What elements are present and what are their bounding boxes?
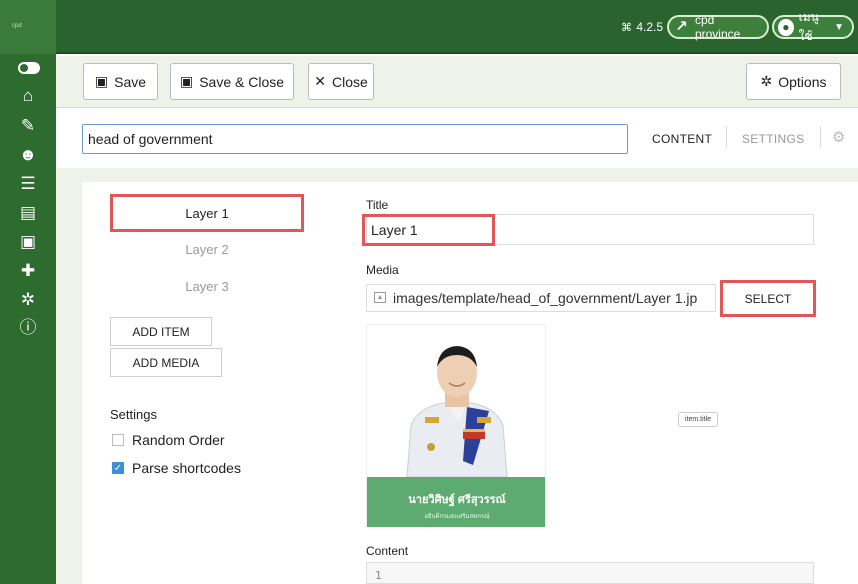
person-name: นายวิศิษฐ์ ศรีสุวรรณ์ bbox=[408, 494, 506, 506]
save-close-button[interactable]: ▣ Save & Close bbox=[170, 63, 294, 100]
options-button[interactable]: ✲ Options bbox=[746, 63, 841, 100]
save-close-label: Save & Close bbox=[199, 73, 285, 90]
layer-item-1[interactable]: Layer 1 bbox=[110, 194, 304, 232]
version-label: ⌘ 4.2.5 bbox=[621, 20, 663, 34]
top-bar: cpd ⌘ 4.2.5 ↗ cpd province ● เมนูใช้ ▼ bbox=[0, 0, 858, 54]
gear-icon: ✲ bbox=[760, 73, 773, 89]
title-value[interactable]: Layer 1 bbox=[362, 214, 495, 246]
tab-content[interactable]: CONTENT bbox=[652, 132, 712, 146]
portrait-image bbox=[367, 325, 545, 478]
layer-item-3[interactable]: Layer 3 bbox=[110, 279, 304, 294]
close-icon: ✕ bbox=[314, 73, 326, 89]
random-order-checkbox[interactable]: Random Order bbox=[112, 432, 225, 448]
site-link-label: cpd province bbox=[694, 13, 741, 41]
item-title-tag: item.title bbox=[678, 412, 719, 427]
version-number: 4.2.5 bbox=[636, 20, 664, 34]
site-link-button[interactable]: ↗ cpd province bbox=[667, 13, 769, 41]
editor-area: Layer 1 Layer 2 Layer 3 ADD ITEM ADD MED… bbox=[56, 168, 858, 584]
close-button[interactable]: ✕ Close bbox=[308, 63, 374, 100]
image-icon[interactable]: ▣ bbox=[0, 231, 56, 253]
content-editor[interactable]: 1 bbox=[366, 562, 814, 584]
info-icon[interactable]: ⓘ bbox=[0, 317, 56, 339]
cogs-icon[interactable]: ✲ bbox=[0, 289, 56, 311]
person-position: อธิบดีกรมส่งเสริมสหกรณ์ bbox=[424, 514, 490, 520]
title-label: Title bbox=[366, 198, 389, 212]
parse-shortcodes-checkbox[interactable]: ✓ Parse shortcodes bbox=[112, 460, 241, 476]
options-label: Options bbox=[778, 73, 827, 90]
tab-settings[interactable]: SETTINGS bbox=[742, 132, 804, 146]
users-icon[interactable]: ☻ bbox=[0, 144, 56, 166]
joomla-icon: ⌘ bbox=[621, 22, 632, 34]
random-order-label: Random Order bbox=[132, 432, 225, 448]
settings-heading: Settings bbox=[110, 407, 157, 422]
gear-icon[interactable]: ⚙ bbox=[832, 128, 845, 146]
title-row: head of government CONTENT SETTINGS ⚙ bbox=[56, 108, 858, 168]
logo-text: cpd bbox=[12, 23, 22, 29]
toggle-icon[interactable] bbox=[0, 58, 56, 80]
media-path-value: images/template/head_of_government/Layer… bbox=[393, 290, 698, 306]
user-menu-button[interactable]: ● เมนูใช้ ▼ bbox=[772, 10, 854, 43]
home-icon[interactable]: ⌂ bbox=[0, 85, 56, 107]
app-window: cpd ⌘ 4.2.5 ↗ cpd province ● เมนูใช้ ▼ ⌂… bbox=[0, 0, 858, 584]
media-label: Media bbox=[366, 263, 399, 277]
floppy-icon: ▣ bbox=[179, 73, 194, 89]
checkbox-checked-icon: ✓ bbox=[112, 462, 124, 474]
tab-divider bbox=[726, 126, 727, 148]
checkbox-unchecked-icon bbox=[112, 434, 124, 446]
chevron-down-icon: ▼ bbox=[834, 21, 844, 33]
external-link-icon: ↗ bbox=[675, 18, 688, 35]
add-item-button[interactable]: ADD ITEM bbox=[110, 317, 212, 346]
site-logo[interactable]: cpd bbox=[0, 0, 56, 54]
close-label: Close bbox=[331, 73, 368, 90]
name-banner: นายวิศิษฐ์ ศรีสุวรรณ์ อธิบดีกรมส่งเสริมส… bbox=[367, 477, 545, 527]
puzzle-icon[interactable]: ✚ bbox=[0, 260, 56, 282]
save-button[interactable]: ▣ Save bbox=[83, 63, 158, 100]
content-panel: Layer 1 Layer 2 Layer 3 ADD ITEM ADD MED… bbox=[82, 182, 858, 584]
tab-divider bbox=[820, 126, 821, 148]
file-icon[interactable]: ▤ bbox=[0, 202, 56, 224]
sidebar: ⌂ ✎ ☻ ☰ ▤ ▣ ✚ ✲ ⓘ bbox=[0, 54, 56, 584]
user-icon: ● bbox=[778, 18, 794, 36]
user-menu-label: เมนูใช้ bbox=[798, 10, 819, 43]
toolbar: ▣ Save ▣ Save & Close ✕ Close ✲ Options bbox=[56, 56, 858, 108]
content-label: Content bbox=[366, 544, 409, 558]
parse-shortcodes-label: Parse shortcodes bbox=[132, 460, 241, 476]
save-label: Save bbox=[114, 73, 147, 90]
media-preview: นายวิศิษฐ์ ศรีสุวรรณ์ อธิบดีกรมส่งเสริมส… bbox=[366, 324, 546, 528]
layer-item-2[interactable]: Layer 2 bbox=[110, 242, 304, 257]
floppy-icon: ▣ bbox=[94, 73, 109, 89]
media-path-input[interactable]: ▲ images/template/head_of_government/Lay… bbox=[366, 284, 716, 312]
select-media-button[interactable]: SELECT bbox=[720, 280, 816, 317]
add-media-button[interactable]: ADD MEDIA bbox=[110, 348, 222, 377]
list-icon[interactable]: ☰ bbox=[0, 173, 56, 195]
wrench-icon[interactable]: ✎ bbox=[0, 115, 56, 137]
line-number: 1 bbox=[375, 569, 382, 582]
module-title-input[interactable]: head of government bbox=[82, 124, 628, 154]
image-icon: ▲ bbox=[374, 292, 386, 303]
